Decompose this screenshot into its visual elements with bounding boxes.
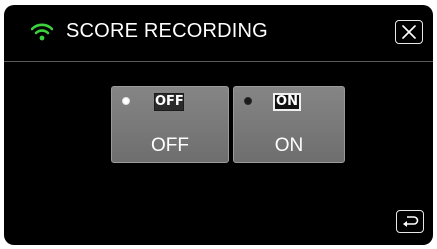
- radio-indicator-on: [244, 97, 252, 105]
- option-off-button[interactable]: OFF OFF: [111, 86, 229, 163]
- title-bar: SCORE RECORDING: [4, 5, 433, 62]
- radio-indicator-off: [122, 97, 130, 105]
- option-on-label: ON: [274, 135, 304, 156]
- on-icon: ON: [273, 93, 301, 111]
- return-arrow-icon: [403, 216, 419, 227]
- page-title: SCORE RECORDING: [66, 20, 268, 42]
- close-icon: [402, 25, 416, 39]
- off-icon: OFF: [154, 93, 184, 111]
- option-on-button[interactable]: ON ON: [233, 86, 345, 163]
- option-off-label: OFF: [151, 135, 189, 156]
- screen: SCORE RECORDING OFF OFF ON ON: [4, 5, 433, 245]
- close-button[interactable]: [395, 20, 423, 44]
- back-button[interactable]: [396, 210, 424, 233]
- wifi-icon: [30, 23, 54, 41]
